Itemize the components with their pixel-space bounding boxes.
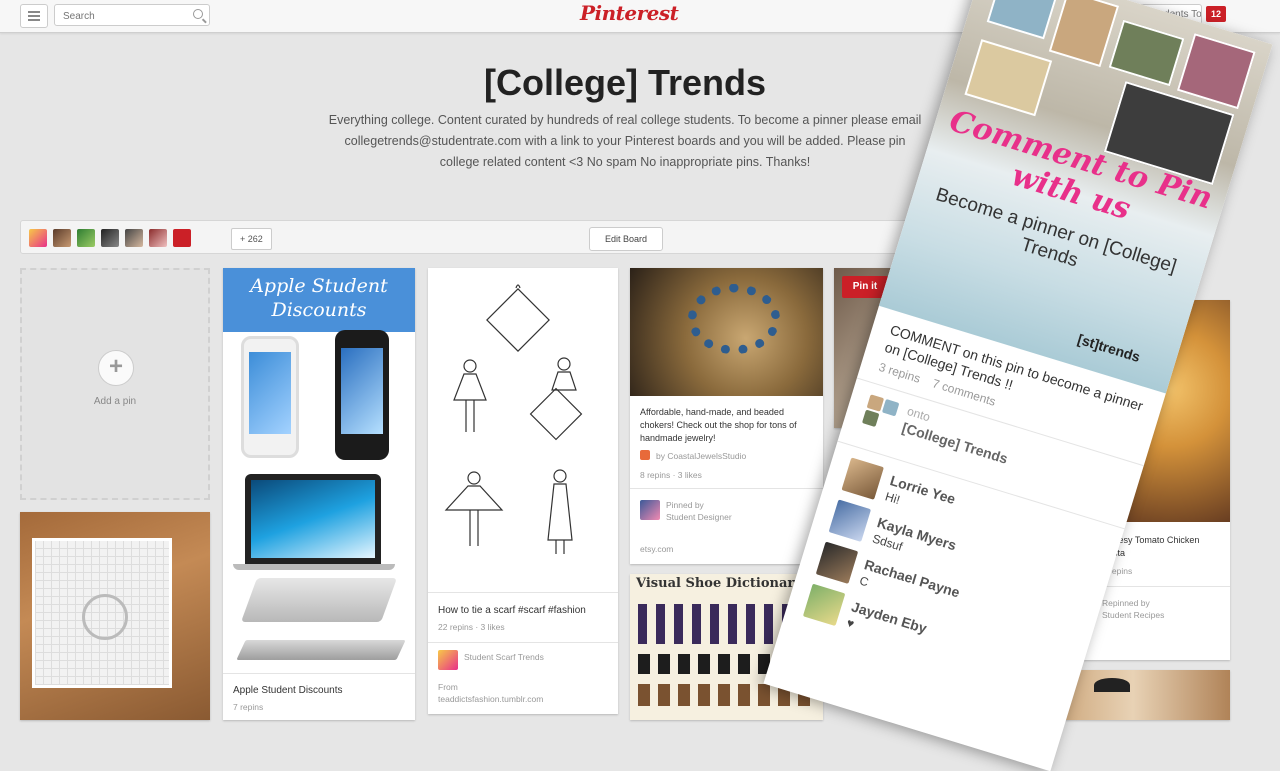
- pinner-avatar[interactable]: [77, 229, 95, 247]
- pin-banner-text: Visual Shoe Dictionary: [636, 576, 802, 591]
- scarf-diagram-image: [444, 284, 583, 554]
- pin-banner-text: Apple Student Discounts: [250, 275, 388, 321]
- pin-banner: Apple Student Discounts: [223, 268, 415, 332]
- pin-stats: 7 repins: [233, 702, 264, 712]
- pinner-avatar[interactable]: [29, 229, 47, 247]
- pin-card[interactable]: Affordable, hand-made, and beaded choker…: [630, 268, 823, 564]
- pinner-avatar[interactable]: [438, 650, 458, 670]
- pin-caption: Affordable, hand-made, and beaded choker…: [640, 407, 797, 443]
- pinned-by-label: Student Scarf Trends: [464, 652, 544, 662]
- pinner-avatar[interactable]: [53, 229, 71, 247]
- pin-caption: How to tie a scarf #scarf #fashion: [438, 605, 586, 616]
- bracelet-image: [688, 284, 780, 354]
- hat-image: [1094, 678, 1130, 692]
- pinner-avatar[interactable]: [149, 229, 167, 247]
- macbook-base: [233, 564, 395, 570]
- board-thumb: [881, 398, 900, 417]
- comment-text: ♥: [844, 615, 856, 632]
- macbook-air-image: [240, 578, 398, 622]
- plus-icon[interactable]: +: [98, 350, 134, 386]
- divider: [223, 673, 415, 674]
- pinner-avatar[interactable]: [173, 229, 191, 247]
- commenter-avatar[interactable]: [841, 457, 884, 500]
- commenter-avatar[interactable]: [815, 541, 859, 584]
- pinned-by-label: Pinned by: [666, 500, 704, 510]
- add-pin-tile[interactable]: + Add a pin: [20, 268, 210, 500]
- comment-text: C: [857, 573, 871, 590]
- macbook-air-keyboard: [236, 640, 406, 660]
- pin-card[interactable]: How to tie a scarf #scarf #fashion 22 re…: [428, 268, 618, 714]
- divider: [428, 642, 618, 643]
- board-thumb: [861, 409, 880, 428]
- pinner-count[interactable]: + 262: [231, 228, 272, 250]
- board-thumb: [866, 394, 885, 412]
- pinner-avatar[interactable]: [125, 229, 143, 247]
- edit-board-button[interactable]: Edit Board: [589, 227, 663, 251]
- shop-avatar[interactable]: [640, 450, 650, 460]
- source-link[interactable]: teaddictsfashion.tumblr.com: [438, 694, 543, 704]
- source-link[interactable]: etsy.com: [640, 544, 673, 554]
- pinned-by-label: Repinned by: [1102, 598, 1150, 608]
- source-label: From: [438, 682, 458, 692]
- comment-text: Hi!: [883, 489, 902, 508]
- notifications-badge[interactable]: 12: [1206, 6, 1226, 22]
- search-box[interactable]: [54, 4, 210, 27]
- board-name-link[interactable]: [College] Trends: [900, 419, 1010, 466]
- iphone-screen: [249, 352, 291, 434]
- divider: [428, 592, 618, 593]
- pin-caption: Apple Student Discounts: [233, 685, 343, 696]
- pinterest-logo[interactable]: Pinterest: [580, 1, 679, 25]
- search-input[interactable]: [55, 5, 185, 27]
- pin-stats: 8 repins · 3 likes: [640, 470, 702, 480]
- iphone-screen: [341, 348, 383, 434]
- pin-card[interactable]: [20, 512, 210, 720]
- pinner-name[interactable]: Student Recipes: [1102, 610, 1164, 620]
- search-icon[interactable]: [193, 9, 203, 19]
- divider: [630, 488, 823, 489]
- pinner-avatar[interactable]: [101, 229, 119, 247]
- via-label: by CoastalJewelsStudio: [656, 451, 747, 461]
- pin-stats: 22 repins · 3 likes: [438, 622, 505, 632]
- menu-button[interactable]: [20, 4, 48, 28]
- menu-icon: [28, 15, 40, 17]
- fan-hub: [82, 594, 128, 640]
- pinner-name[interactable]: Student Designer: [666, 512, 732, 522]
- pin-card[interactable]: Apple Student Discounts Apple Student Di…: [223, 268, 415, 720]
- board-bar: + 262 Edit Board: [20, 220, 970, 254]
- commenter-avatar[interactable]: [828, 499, 872, 542]
- board-description: Everything college. Content curated by h…: [328, 113, 922, 169]
- commenter-avatar[interactable]: [802, 583, 846, 627]
- macbook-screen: [251, 480, 375, 558]
- add-pin-label: Add a pin: [93, 396, 137, 407]
- pinner-avatar[interactable]: [640, 500, 660, 520]
